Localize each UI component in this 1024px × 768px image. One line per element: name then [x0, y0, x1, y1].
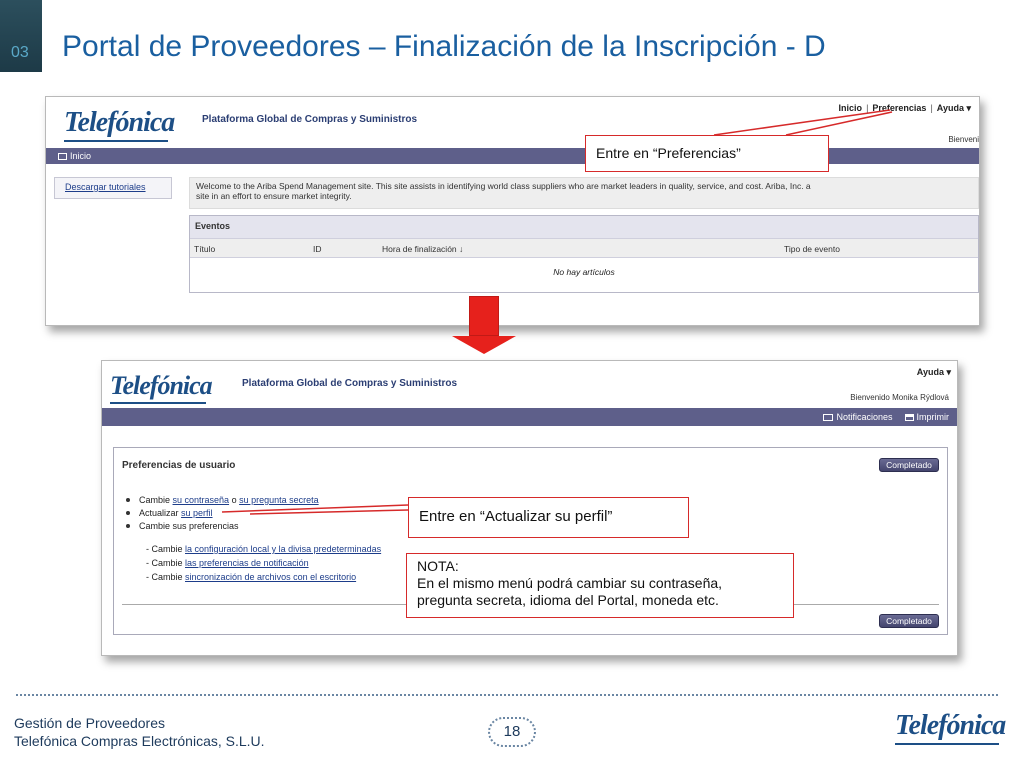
home-icon [58, 153, 67, 160]
printer-icon [904, 414, 914, 421]
notification-preferences-link[interactable]: las preferencias de notificación [185, 558, 309, 568]
telefonica-logo: Telefónica [64, 107, 175, 142]
footer-text: Gestión de Proveedores Telefónica Compra… [14, 714, 265, 750]
nav-ayuda-menu[interactable]: Ayuda ▾ [937, 103, 971, 114]
download-tutorials-link[interactable]: Descargar tutoriales [54, 177, 172, 199]
telefonica-logo: Telefónica [110, 371, 213, 404]
page-number: 18 [488, 717, 536, 747]
completado-button[interactable]: Completado [879, 458, 939, 472]
envelope-icon [823, 414, 834, 421]
nota-line: En el mismo menú podrá cambiar su contra… [417, 575, 723, 591]
list-item: - Cambie las preferencias de notificació… [146, 558, 309, 568]
list-item: Cambie sus preferencias [126, 520, 319, 533]
desktop-sync-link[interactable]: sincronización de archivos con el escrit… [185, 572, 356, 582]
down-arrow-head-icon [452, 336, 516, 354]
welcome-message: Welcome to the Ariba Spend Management si… [189, 177, 979, 209]
notificaciones-link[interactable]: Notificaciones [836, 412, 892, 422]
welcome-user-text: Bienvenido Monika Rýdlová [850, 393, 949, 402]
nav-bar: Inicio [46, 148, 979, 164]
events-title: Eventos [190, 216, 978, 238]
preferences-list: Cambie su contraseña o su pregunta secre… [126, 494, 319, 533]
top-nav: Inicio | Preferencias | Ayuda ▾ [838, 103, 971, 114]
screenshot-home: Telefónica Plataforma Global de Compras … [45, 96, 980, 326]
welcome-line: Welcome to the Ariba Spend Management si… [196, 181, 811, 191]
down-arrow-icon [469, 296, 499, 336]
ayuda-menu[interactable]: Ayuda ▾ [917, 367, 951, 378]
locale-currency-link[interactable]: la configuración local y la divisa prede… [185, 544, 381, 554]
nota-line: pregunta secreta, idioma del Portal, mon… [417, 592, 719, 608]
callout-actualizar-perfil: Entre en “Actualizar su perfil” [408, 497, 689, 538]
change-secret-question-link[interactable]: su pregunta secreta [239, 495, 319, 505]
change-password-link[interactable]: su contraseña [173, 495, 230, 505]
list-item: Cambie su contraseña o su pregunta secre… [126, 494, 319, 507]
events-empty-text: No hay artículos [553, 267, 615, 277]
welcome-user-text: Bienveni [948, 135, 979, 144]
events-header-row: Título ID Hora de finalización ↓ Tipo de… [190, 238, 978, 258]
list-item: Actualizar su perfil [126, 507, 319, 520]
callout-preferencias: Entre en “Preferencias” [585, 135, 829, 172]
list-item: - Cambie sincronización de archivos con … [146, 572, 357, 582]
nav-preferencias-link[interactable]: Preferencias [872, 103, 926, 113]
toolbar: Notificaciones Imprimir [102, 408, 957, 426]
col-id[interactable]: ID [313, 244, 322, 254]
nav-inicio-link[interactable]: Inicio [839, 103, 863, 113]
col-titulo[interactable]: Título [194, 244, 215, 254]
imprimir-link[interactable]: Imprimir [917, 412, 950, 422]
list-item: - Cambie la configuración local y la div… [146, 544, 382, 554]
completado-button-bottom[interactable]: Completado [879, 614, 939, 628]
update-profile-link[interactable]: su perfil [181, 508, 213, 518]
welcome-line: site in an effort to ensure market integ… [196, 191, 352, 201]
slide-title: Portal de Proveedores – Finalización de … [62, 30, 826, 63]
app-title: Plataforma Global de Compras y Suministr… [242, 378, 458, 389]
col-hora[interactable]: Hora de finalización ↓ [382, 244, 463, 254]
slide-number: 03 [11, 44, 29, 61]
callout-nota: NOTA: En el mismo menú podrá cambiar su … [406, 553, 794, 618]
events-table: Eventos Título ID Hora de finalización ↓… [189, 215, 979, 293]
footer-telefonica-logo: Telefónica [895, 710, 1006, 745]
footer-line: Telefónica Compras Electrónicas, S.L.U. [14, 733, 265, 749]
preferences-sublist: - Cambie la configuración local y la div… [146, 542, 381, 584]
footer-divider [16, 694, 998, 696]
preferences-title: Preferencias de usuario [122, 460, 236, 471]
col-tipo[interactable]: Tipo de evento [784, 244, 840, 254]
home-link[interactable]: Inicio [70, 151, 91, 161]
app-title: Plataforma Global de Compras y Suministr… [202, 114, 418, 125]
footer-line: Gestión de Proveedores [14, 715, 165, 731]
nota-title: NOTA: [417, 558, 459, 574]
